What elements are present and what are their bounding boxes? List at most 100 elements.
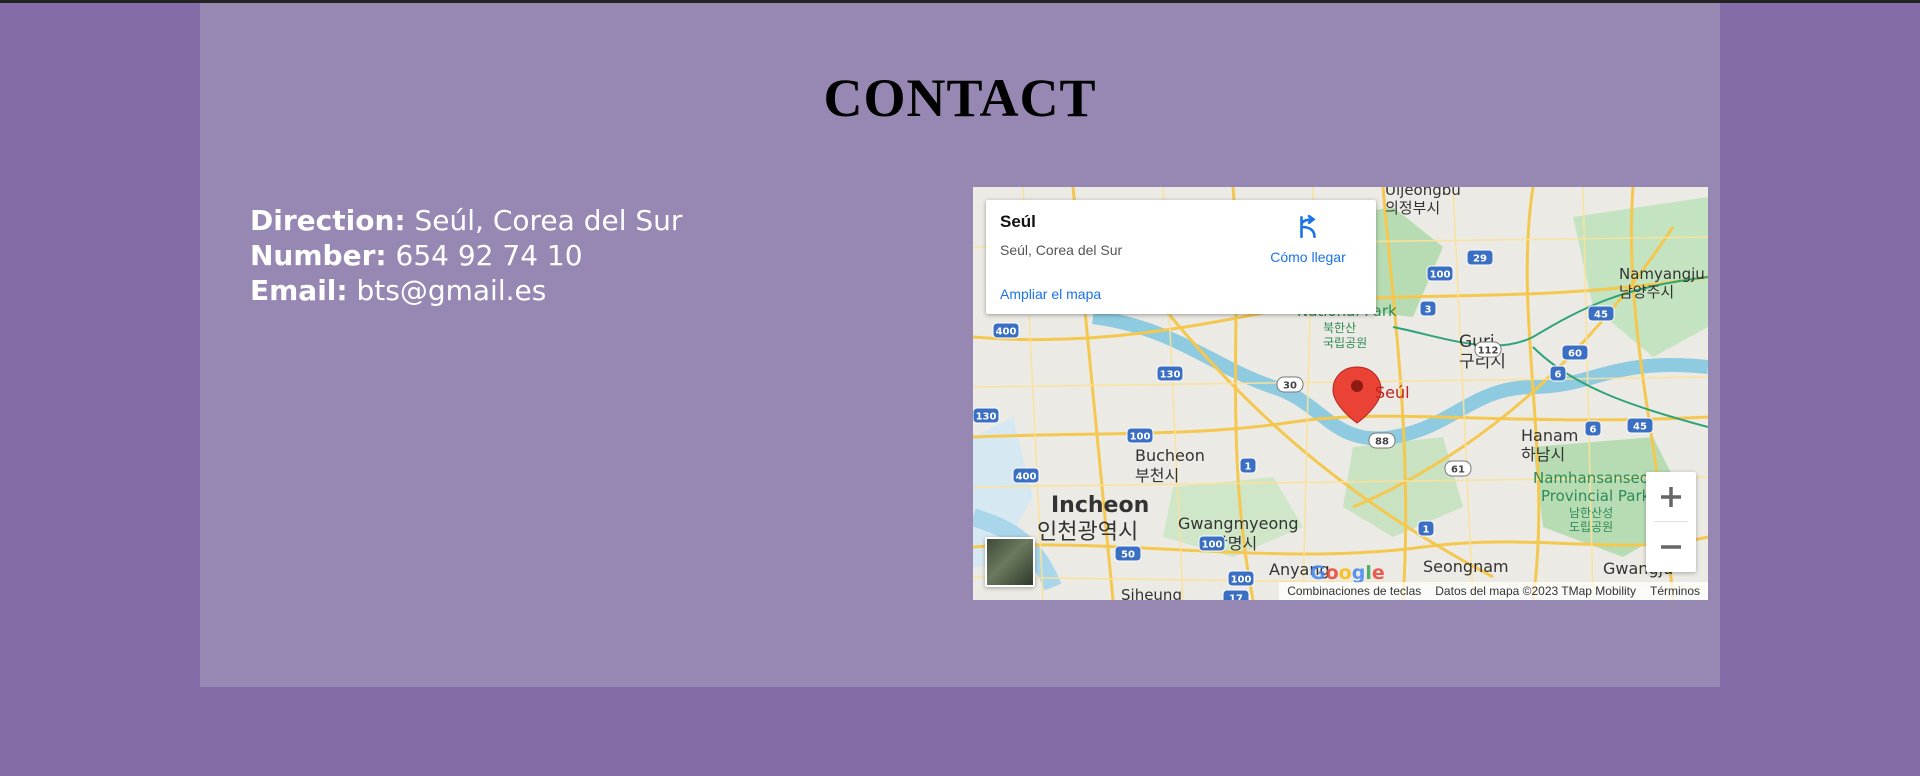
plus-icon (1661, 487, 1681, 507)
svg-text:100: 100 (1202, 540, 1223, 551)
logo-letter: g (1351, 562, 1366, 584)
email-row: Email: bts@gmail.es (250, 273, 682, 308)
svg-text:45: 45 (1633, 422, 1647, 433)
map-label-incheon: Incheon (1051, 493, 1149, 518)
map-label-gwangmyeong: Gwangmyeong (1178, 514, 1299, 533)
highway-shield: 50 (1114, 545, 1142, 562)
directions-icon (1300, 214, 1316, 239)
direction-label: Direction: (250, 204, 406, 237)
map-label-namyangju-kr: 남양주시 (1619, 283, 1674, 301)
svg-text:400: 400 (1016, 472, 1037, 483)
direction-value: Seúl, Corea del Sur (414, 204, 683, 237)
svg-text:17: 17 (1229, 594, 1243, 601)
highway-shield: 1 (1417, 520, 1435, 537)
map-label-uijeongbu-kr: 의정부시 (1385, 199, 1440, 217)
map-data-text: Datos del mapa ©2023 TMap Mobility (1435, 584, 1636, 598)
logo-letter: o (1325, 562, 1339, 584)
place-address: Seúl, Corea del Sur (1000, 242, 1123, 258)
enlarge-map-link[interactable]: Ampliar el mapa (1000, 286, 1101, 302)
logo-letter: o (1338, 562, 1352, 584)
pin-label: Seúl (1375, 383, 1410, 402)
highway-shield: 1 (1239, 457, 1257, 474)
map-label-natpark-kr2: 국립공원 (1323, 336, 1367, 350)
zoom-out-button[interactable] (1646, 522, 1696, 572)
google-logo: Google (1310, 562, 1385, 584)
map-label-siheung: Siheung (1121, 586, 1182, 600)
highway-shield: 45 (1626, 417, 1654, 434)
svg-text:50: 50 (1121, 550, 1135, 561)
directions-button[interactable]: Cómo llegar (1263, 214, 1353, 265)
number-label: Number: (250, 239, 387, 272)
highway-shield: 130 (1156, 365, 1184, 382)
svg-text:88: 88 (1375, 437, 1389, 448)
embedded-map[interactable]: Uijeongbu 의정부시 Namyangju 남양주시 Guri 구리시 H… (973, 187, 1708, 600)
contact-info: Direction: Seúl, Corea del Sur Number: 6… (250, 203, 682, 308)
highway-shield: 130 (973, 407, 1000, 424)
number-row: Number: 654 92 74 10 (250, 238, 682, 273)
highway-shield: 100 (1126, 427, 1154, 444)
place-name: Seúl (1000, 212, 1036, 231)
svg-text:61: 61 (1451, 465, 1465, 476)
contact-panel: CONTACT Direction: Seúl, Corea del Sur N… (200, 3, 1720, 687)
svg-text:6: 6 (1590, 425, 1597, 436)
map-label-incheon-kr: 인천광역시 (1037, 520, 1138, 545)
map-attribution: Combinaciones de teclas Datos del mapa ©… (1279, 582, 1708, 600)
highway-shield: 112 (1474, 341, 1502, 358)
direction-row: Direction: Seúl, Corea del Sur (250, 203, 682, 238)
zoom-in-button[interactable] (1646, 472, 1696, 522)
zoom-controls (1646, 472, 1696, 572)
svg-text:130: 130 (976, 412, 997, 423)
highway-shield: 3 (1419, 300, 1437, 317)
svg-text:6: 6 (1555, 370, 1562, 381)
highway-shield: 6 (1584, 420, 1602, 437)
map-info-card: Seúl Seúl, Corea del Sur Cómo llegar Amp… (986, 200, 1376, 314)
map-label-hanam-kr: 하남시 (1521, 445, 1565, 464)
svg-text:45: 45 (1594, 310, 1608, 321)
logo-letter: G (1310, 562, 1326, 584)
directions-label: Cómo llegar (1270, 249, 1346, 265)
highway-shield: 100 (1198, 535, 1226, 552)
page-title: CONTACT (823, 68, 1097, 128)
map-label-natpark-kr: 북한산 (1323, 321, 1356, 335)
map-label-bucheon: Bucheon (1135, 446, 1205, 465)
svg-text:112: 112 (1478, 346, 1499, 357)
terms-link[interactable]: Términos (1650, 584, 1700, 598)
svg-text:100: 100 (1430, 270, 1451, 281)
svg-text:1: 1 (1245, 462, 1252, 473)
svg-text:100: 100 (1231, 575, 1252, 586)
map-label-park2: Provincial Park (1541, 487, 1651, 505)
map-label-namyangju: Namyangju (1619, 265, 1705, 283)
svg-text:130: 130 (1160, 370, 1181, 381)
svg-text:3: 3 (1425, 305, 1432, 316)
email-value: bts@gmail.es (356, 274, 547, 307)
map-label-park-kr2: 도립공원 (1569, 520, 1613, 534)
highway-shield: 100 (1426, 265, 1454, 282)
map-label-park-kr: 남한산성 (1569, 506, 1613, 520)
highway-shield: 100 (1227, 570, 1255, 587)
highway-shield: 30 (1276, 376, 1304, 393)
highway-shield: 400 (992, 322, 1020, 339)
svg-text:60: 60 (1568, 349, 1582, 360)
svg-text:29: 29 (1473, 254, 1487, 265)
highway-shield: 6 (1549, 365, 1567, 382)
logo-letter: e (1371, 562, 1385, 584)
highway-shield: 17 (1222, 589, 1250, 601)
keyboard-shortcuts-link[interactable]: Combinaciones de teclas (1287, 584, 1421, 598)
highway-shield: 29 (1466, 249, 1494, 266)
number-value: 654 92 74 10 (395, 239, 583, 272)
highway-shield: 400 (1012, 467, 1040, 484)
map-label-hanam: Hanam (1521, 426, 1578, 445)
email-label: Email: (250, 274, 348, 307)
highway-shield: 61 (1444, 460, 1472, 477)
svg-text:1: 1 (1423, 525, 1430, 536)
map-label-uijeongbu: Uijeongbu (1385, 187, 1461, 199)
highway-shield: 45 (1587, 305, 1615, 322)
svg-text:30: 30 (1283, 381, 1297, 392)
satellite-layer-toggle[interactable] (985, 537, 1035, 587)
map-label-seongnam: Seongnam (1423, 557, 1509, 576)
minus-icon (1661, 545, 1681, 549)
svg-text:400: 400 (996, 327, 1017, 338)
highway-shield: 60 (1561, 344, 1589, 361)
map-label-bucheon-kr: 부천시 (1135, 466, 1179, 485)
svg-text:100: 100 (1130, 432, 1151, 443)
